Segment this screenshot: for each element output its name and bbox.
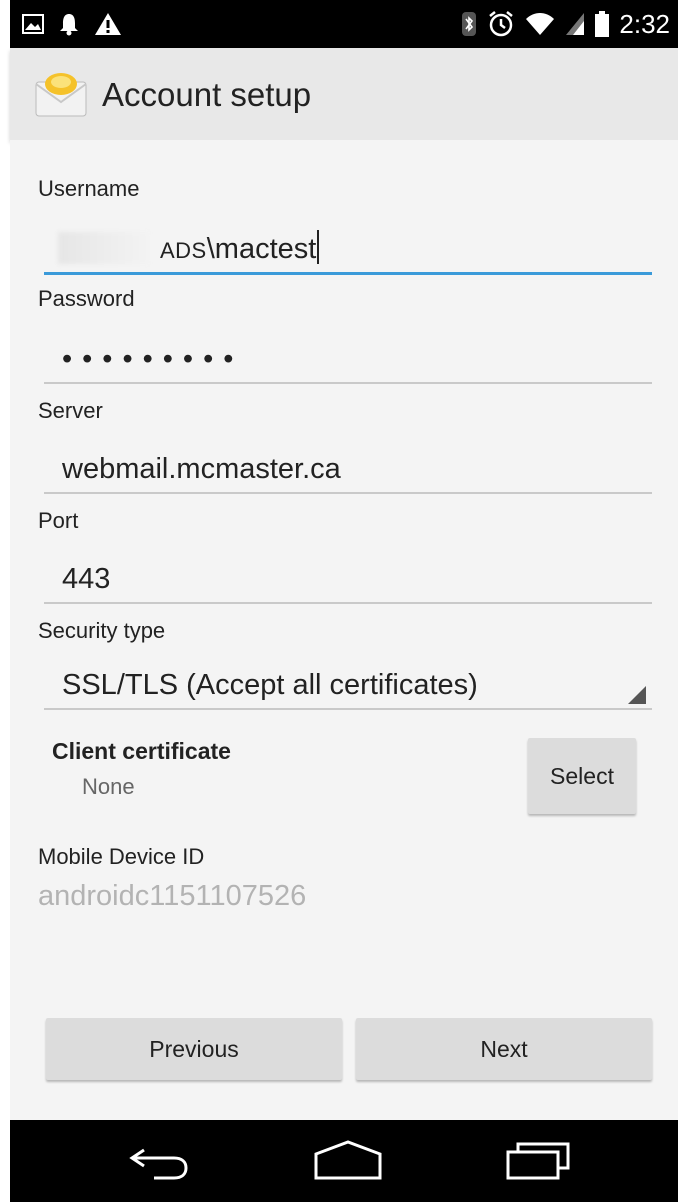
recent-apps-icon[interactable]	[504, 1138, 574, 1187]
notification-bell-icon	[58, 12, 80, 36]
server-field[interactable]: webmail.mcmaster.ca	[44, 440, 652, 494]
username-value: \mactest	[206, 233, 317, 265]
username-label: Username	[38, 176, 140, 201]
client-certificate-label: Client certificate	[52, 738, 231, 764]
dropdown-indicator-icon	[628, 686, 646, 704]
mobile-device-id-value: androidc1151107526	[38, 880, 307, 912]
text-cursor	[317, 230, 320, 264]
wifi-icon	[525, 12, 555, 36]
home-icon[interactable]	[312, 1138, 384, 1187]
signal-icon	[565, 12, 585, 36]
action-bar: Account setup	[10, 48, 678, 140]
previous-button[interactable]: Previous	[46, 1018, 342, 1080]
security-type-spinner[interactable]: SSL/TLS (Accept all certificates)	[44, 656, 652, 710]
next-button[interactable]: Next	[356, 1018, 652, 1080]
select-certificate-button[interactable]: Select	[528, 738, 636, 814]
password-value: •••••••••	[62, 343, 244, 375]
back-icon[interactable]	[128, 1138, 192, 1187]
redacted-region	[58, 232, 150, 264]
server-label: Server	[38, 398, 103, 423]
navigation-bar	[10, 1120, 678, 1202]
email-app-icon[interactable]	[34, 70, 90, 118]
image-icon	[22, 14, 44, 34]
bluetooth-icon	[461, 11, 477, 37]
port-field[interactable]: 443	[44, 550, 652, 604]
security-type-label: Security type	[38, 618, 166, 643]
warning-icon	[94, 12, 122, 36]
port-value: 443	[62, 563, 111, 595]
password-label: Password	[38, 286, 135, 311]
port-label: Port	[38, 508, 79, 533]
username-field[interactable]: ADS\mactest	[44, 220, 652, 275]
account-setup-form: Username ADS\mactest Password ••••••••• …	[10, 140, 678, 1120]
page-title: Account setup	[102, 76, 312, 113]
clock: 2:32	[619, 8, 670, 39]
client-certificate-value: None	[82, 774, 135, 799]
status-bar: 2:32	[10, 0, 678, 48]
battery-icon	[595, 11, 610, 37]
alarm-icon	[487, 10, 515, 38]
security-type-value: SSL/TLS (Accept all certificates)	[62, 669, 478, 701]
password-field[interactable]: •••••••••	[44, 330, 652, 384]
mobile-device-id-label: Mobile Device ID	[38, 844, 205, 869]
server-value: webmail.mcmaster.ca	[62, 453, 341, 485]
domain-prefix: ADS	[160, 238, 207, 263]
